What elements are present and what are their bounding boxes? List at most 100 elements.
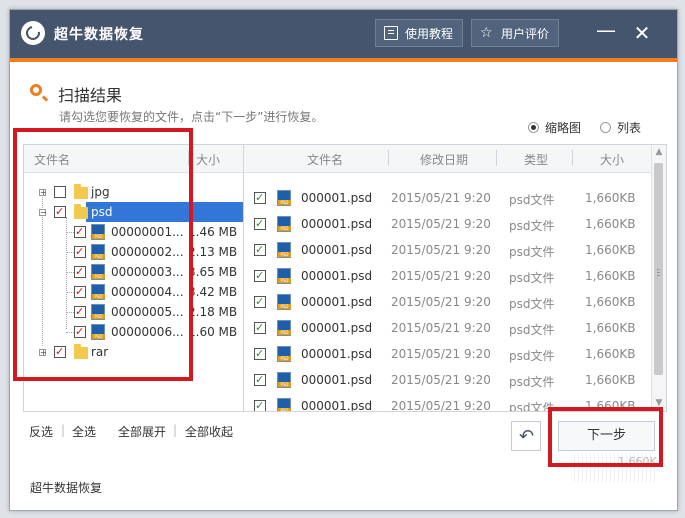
file-size: 1,660KB — [585, 347, 636, 361]
checkbox[interactable] — [54, 205, 66, 218]
file-type: psd文件 — [509, 219, 555, 233]
checkbox[interactable] — [254, 243, 266, 256]
minimize-button[interactable]: — — [596, 20, 616, 40]
tutorial-button[interactable]: 使用教程 — [375, 19, 463, 47]
separator: | — [173, 423, 178, 437]
checkbox[interactable] — [254, 295, 266, 308]
tree-row-file[interactable]: 00000004... 3.42 MB — [24, 282, 245, 302]
tree-file-size: 3.42 MB — [188, 285, 238, 299]
column-divider — [496, 150, 497, 166]
checkbox[interactable] — [74, 285, 86, 298]
checkbox[interactable] — [74, 225, 86, 238]
app-title: 超牛数据恢复 — [54, 27, 144, 43]
tree-header-name: 文件名 — [34, 153, 71, 167]
tree-row-file[interactable]: 00000006... 1.60 MB — [24, 322, 245, 342]
next-step-button[interactable]: 下一步 — [558, 421, 655, 451]
tree-row-file[interactable]: 00000002... 2.13 MB — [24, 242, 245, 262]
list-radio[interactable] — [600, 122, 611, 133]
expand-icon[interactable]: + — [39, 189, 47, 197]
column-divider — [388, 150, 389, 166]
app-window: 超牛数据恢复 使用教程 ☆ 用户评价 — ✕ 扫描结果 请勾选您要恢复的文件，点… — [9, 9, 678, 511]
file-date: 2015/05/21 9:20 — [391, 217, 491, 231]
checkbox[interactable] — [54, 345, 66, 358]
select-all-link[interactable]: 全选 — [72, 423, 96, 440]
scroll-up-icon[interactable]: ▲ — [654, 147, 664, 157]
file-size: 1,660KB — [585, 269, 636, 283]
psd-file-icon — [91, 304, 105, 320]
checkbox[interactable] — [254, 217, 266, 230]
tree-file-size: 3.65 MB — [188, 265, 238, 279]
checkbox[interactable] — [74, 245, 86, 258]
book-icon — [384, 26, 398, 40]
invert-selection-link[interactable]: 反选 — [29, 423, 53, 440]
checkbox[interactable] — [54, 186, 66, 198]
file-name: 000001.psd — [301, 373, 373, 387]
table-row[interactable]: 000001.psd 2015/05/21 9:20 psd文件 1,660KB — [244, 263, 652, 289]
review-icon: ☆ — [480, 25, 493, 41]
file-date: 2015/05/21 9:20 — [391, 243, 491, 257]
checkbox[interactable] — [254, 321, 266, 334]
close-button[interactable]: ✕ — [632, 23, 652, 43]
app-logo-icon — [21, 21, 45, 45]
expand-icon[interactable]: + — [39, 349, 47, 357]
tree-label: psd — [91, 205, 113, 219]
table-row[interactable]: 000001.psd 2015/05/21 9:20 psd文件 1,660KB — [244, 211, 652, 237]
scroll-down-icon[interactable]: ▼ — [654, 398, 664, 408]
file-size: 1,660KB — [585, 399, 636, 412]
table-row[interactable]: 000001.psd 2015/05/21 9:20 psd文件 1,660KB — [244, 393, 652, 412]
instruction-text: 请勾选您要恢复的文件，点击“下一步”进行恢复。 — [59, 110, 324, 124]
checkbox[interactable] — [254, 373, 266, 386]
folder-icon — [74, 204, 88, 219]
file-type: psd文件 — [509, 375, 555, 389]
checkbox[interactable] — [254, 399, 266, 411]
table-row[interactable]: 000001.psd 2015/05/21 9:20 psd文件 1,660KB — [244, 289, 652, 315]
thumbnail-radio[interactable] — [528, 122, 539, 133]
table-row[interactable]: 000001.psd 2015/05/21 9:20 psd文件 1,660KB — [244, 315, 652, 341]
footer-text: 超牛数据恢复 — [30, 481, 103, 495]
folder-icon — [74, 184, 88, 199]
checkbox[interactable] — [74, 305, 86, 318]
expand-all-link[interactable]: 全部展开 — [118, 423, 166, 440]
checkbox[interactable] — [254, 191, 266, 204]
table-row[interactable]: 000001.psd 2015/05/21 9:20 psd文件 1,660KB — [244, 367, 652, 393]
tree-label: jpg — [91, 185, 110, 199]
file-size: 1,660KB — [585, 217, 636, 231]
tree-file-size: 2.13 MB — [188, 245, 238, 259]
column-type: 类型 — [523, 153, 548, 167]
checkbox[interactable] — [254, 269, 266, 282]
back-button[interactable] — [511, 421, 541, 451]
tree-row-rar[interactable]: + rar — [24, 342, 245, 362]
psd-file-icon — [91, 224, 105, 240]
tree-row-jpg[interactable]: + jpg — [24, 182, 245, 202]
review-label: 用户评价 — [501, 26, 550, 41]
tree-row-file[interactable]: 00000003... 3.65 MB — [24, 262, 245, 282]
table-row[interactable]: 000001.psd 2015/05/21 9:20 psd文件 1,660KB — [244, 341, 652, 367]
tree-label: 00000001... — [111, 225, 184, 239]
tree-row-psd[interactable]: − psd — [24, 202, 245, 222]
checkbox[interactable] — [74, 325, 86, 338]
tree-label: rar — [91, 345, 109, 359]
vertical-scrollbar[interactable]: ▲ ▼ — [651, 145, 666, 411]
collapse-all-link[interactable]: 全部收起 — [185, 423, 233, 440]
folder-icon — [74, 344, 88, 359]
tree-file-size: 1.60 MB — [188, 325, 238, 339]
file-type: psd文件 — [509, 271, 555, 285]
tree-row-file[interactable]: 00000001... 1.46 MB — [24, 222, 245, 242]
column-name: 文件名 — [306, 153, 343, 167]
file-type: psd文件 — [509, 193, 555, 207]
view-option-thumbnail[interactable]: 缩略图 — [528, 119, 581, 136]
checkbox[interactable] — [254, 347, 266, 360]
folder-tree-panel: 文件名 大小 + jpg − psd 00000001... 1.46 MB — [23, 144, 246, 412]
file-date: 2015/05/21 9:20 — [391, 399, 491, 412]
separator: | — [61, 423, 66, 437]
checkbox[interactable] — [74, 265, 86, 278]
tree-row-file[interactable]: 00000005... 2.18 MB — [24, 302, 245, 322]
tree-header: 文件名 大小 — [24, 145, 245, 173]
view-option-list[interactable]: 列表 — [600, 119, 641, 136]
table-row[interactable]: 000001.psd 2015/05/21 9:20 psd文件 1,660KB — [244, 185, 652, 211]
scroll-grip-icon — [657, 269, 660, 270]
file-name: 000001.psd — [301, 217, 373, 231]
user-review-button[interactable]: ☆ 用户评价 — [471, 19, 559, 47]
collapse-icon[interactable]: − — [39, 209, 47, 217]
table-row[interactable]: 000001.psd 2015/05/21 9:20 psd文件 1,660KB — [244, 237, 652, 263]
